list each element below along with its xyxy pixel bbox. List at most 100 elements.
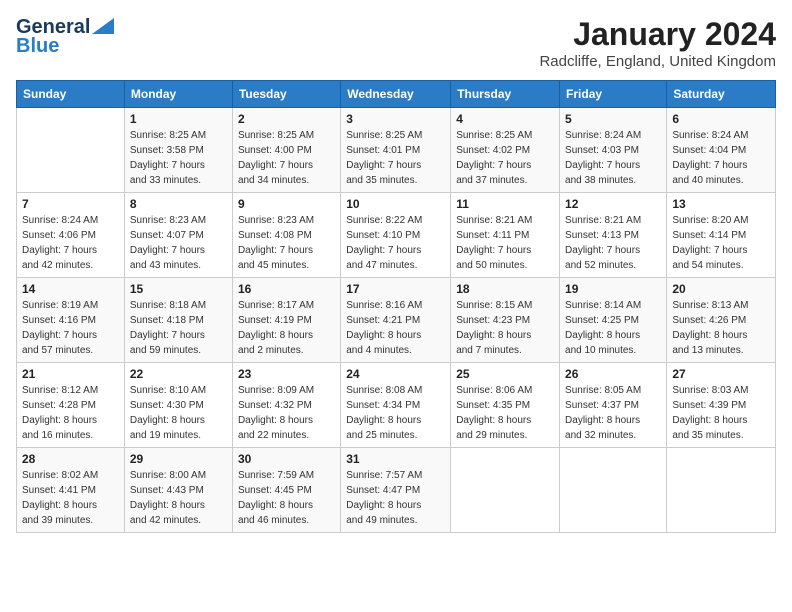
day-number: 31 — [346, 452, 445, 466]
calendar-week-4: 21Sunrise: 8:12 AM Sunset: 4:28 PM Dayli… — [17, 363, 776, 448]
calendar-cell: 17 Sunrise: 8:16 AM Sunset: 4:21 PM Dayli… — [341, 278, 451, 363]
calendar-cell: 22 Sunrise: 8:10 AM Sunset: 4:30 PM Dayli… — [124, 363, 232, 448]
day-number: 27 — [672, 367, 770, 381]
calendar-cell: 28 Sunrise: 8:02 AM Sunset: 4:41 PM Dayli… — [17, 448, 125, 533]
calendar-week-3: 14 Sunrise: 8:19 AM Sunset: 4:16 PM Dayli… — [17, 278, 776, 363]
calendar-cell: 12Sunrise: 8:21 AM Sunset: 4:13 PM Dayli… — [560, 193, 667, 278]
day-info: Sunrise: 8:05 AM Sunset: 4:37 PM Dayligh… — [565, 383, 661, 443]
day-number: 30 — [238, 452, 335, 466]
day-number: 14 — [22, 282, 119, 296]
calendar-cell: 27 Sunrise: 8:03 AM Sunset: 4:39 PM Dayli… — [667, 363, 776, 448]
day-number: 6 — [672, 112, 770, 126]
calendar-cell: 24Sunrise: 8:08 AM Sunset: 4:34 PM Dayli… — [341, 363, 451, 448]
calendar-week-1: 1 Sunrise: 8:25 AM Sunset: 3:58 PM Daylig… — [17, 108, 776, 193]
day-number: 25 — [456, 367, 554, 381]
day-number: 12 — [565, 197, 661, 211]
calendar-cell: 7Sunrise: 8:24 AM Sunset: 4:06 PM Daylig… — [17, 193, 125, 278]
day-number: 19 — [565, 282, 661, 296]
day-info: Sunrise: 8:21 AM Sunset: 4:11 PM Dayligh… — [456, 213, 554, 273]
day-info: Sunrise: 8:25 AM Sunset: 3:58 PM Dayligh… — [130, 128, 227, 188]
calendar-cell: 1 Sunrise: 8:25 AM Sunset: 3:58 PM Daylig… — [124, 108, 232, 193]
day-info: Sunrise: 8:24 AM Sunset: 4:03 PM Dayligh… — [565, 128, 661, 188]
calendar-table: Sunday Monday Tuesday Wednesday Thursday… — [16, 80, 776, 533]
calendar-cell: 20 Sunrise: 8:13 AM Sunset: 4:26 PM Dayli… — [667, 278, 776, 363]
calendar-cell: 10 Sunrise: 8:22 AM Sunset: 4:10 PM Dayli… — [341, 193, 451, 278]
title-section: January 2024 Radcliffe, England, United … — [539, 16, 776, 70]
day-number: 2 — [238, 112, 335, 126]
logo: General Blue — [16, 16, 114, 58]
day-info: Sunrise: 8:16 AM Sunset: 4:21 PM Dayligh… — [346, 298, 445, 358]
day-info: Sunrise: 8:24 AM Sunset: 4:04 PM Dayligh… — [672, 128, 770, 188]
day-info: Sunrise: 8:23 AM Sunset: 4:08 PM Dayligh… — [238, 213, 335, 273]
calendar-cell: 4 Sunrise: 8:25 AM Sunset: 4:02 PM Daylig… — [451, 108, 560, 193]
calendar-cell — [17, 108, 125, 193]
day-number: 4 — [456, 112, 554, 126]
calendar-week-2: 7Sunrise: 8:24 AM Sunset: 4:06 PM Daylig… — [17, 193, 776, 278]
day-number: 10 — [346, 197, 445, 211]
calendar-cell: 3Sunrise: 8:25 AM Sunset: 4:01 PM Daylig… — [341, 108, 451, 193]
calendar-cell: 6 Sunrise: 8:24 AM Sunset: 4:04 PM Daylig… — [667, 108, 776, 193]
calendar-cell — [560, 448, 667, 533]
calendar-cell: 11Sunrise: 8:21 AM Sunset: 4:11 PM Dayli… — [451, 193, 560, 278]
calendar-cell: 23 Sunrise: 8:09 AM Sunset: 4:32 PM Dayli… — [232, 363, 340, 448]
calendar-cell: 25 Sunrise: 8:06 AM Sunset: 4:35 PM Dayli… — [451, 363, 560, 448]
calendar-cell: 26 Sunrise: 8:05 AM Sunset: 4:37 PM Dayli… — [560, 363, 667, 448]
day-info: Sunrise: 8:15 AM Sunset: 4:23 PM Dayligh… — [456, 298, 554, 358]
day-info: Sunrise: 8:18 AM Sunset: 4:18 PM Dayligh… — [130, 298, 227, 358]
day-number: 20 — [672, 282, 770, 296]
day-number: 26 — [565, 367, 661, 381]
day-info: Sunrise: 8:00 AM Sunset: 4:43 PM Dayligh… — [130, 468, 227, 528]
day-info: Sunrise: 8:12 AM Sunset: 4:28 PM Dayligh… — [22, 383, 119, 443]
day-number: 8 — [130, 197, 227, 211]
header-row: Sunday Monday Tuesday Wednesday Thursday… — [17, 81, 776, 108]
day-info: Sunrise: 8:20 AM Sunset: 4:14 PM Dayligh… — [672, 213, 770, 273]
day-number: 9 — [238, 197, 335, 211]
day-info: Sunrise: 8:08 AM Sunset: 4:34 PM Dayligh… — [346, 383, 445, 443]
calendar-subtitle: Radcliffe, England, United Kingdom — [539, 53, 776, 70]
col-monday: Monday — [124, 81, 232, 108]
day-number: 1 — [130, 112, 227, 126]
day-number: 23 — [238, 367, 335, 381]
calendar-cell: 15 Sunrise: 8:18 AM Sunset: 4:18 PM Dayli… — [124, 278, 232, 363]
calendar-cell: 2 Sunrise: 8:25 AM Sunset: 4:00 PM Daylig… — [232, 108, 340, 193]
day-info: Sunrise: 8:23 AM Sunset: 4:07 PM Dayligh… — [130, 213, 227, 273]
day-info: Sunrise: 7:59 AM Sunset: 4:45 PM Dayligh… — [238, 468, 335, 528]
col-friday: Friday — [560, 81, 667, 108]
day-number: 28 — [22, 452, 119, 466]
calendar-cell: 14 Sunrise: 8:19 AM Sunset: 4:16 PM Dayli… — [17, 278, 125, 363]
col-saturday: Saturday — [667, 81, 776, 108]
day-number: 17 — [346, 282, 445, 296]
calendar-cell — [451, 448, 560, 533]
calendar-cell: 21Sunrise: 8:12 AM Sunset: 4:28 PM Dayli… — [17, 363, 125, 448]
day-info: Sunrise: 8:25 AM Sunset: 4:02 PM Dayligh… — [456, 128, 554, 188]
day-number: 15 — [130, 282, 227, 296]
calendar-title: January 2024 — [539, 16, 776, 53]
day-info: Sunrise: 8:14 AM Sunset: 4:25 PM Dayligh… — [565, 298, 661, 358]
calendar-cell: 29Sunrise: 8:00 AM Sunset: 4:43 PM Dayli… — [124, 448, 232, 533]
day-info: Sunrise: 7:57 AM Sunset: 4:47 PM Dayligh… — [346, 468, 445, 528]
day-number: 7 — [22, 197, 119, 211]
day-info: Sunrise: 8:02 AM Sunset: 4:41 PM Dayligh… — [22, 468, 119, 528]
day-info: Sunrise: 8:06 AM Sunset: 4:35 PM Dayligh… — [456, 383, 554, 443]
calendar-cell: 9 Sunrise: 8:23 AM Sunset: 4:08 PM Daylig… — [232, 193, 340, 278]
day-number: 22 — [130, 367, 227, 381]
calendar-cell: 31 Sunrise: 7:57 AM Sunset: 4:47 PM Dayli… — [341, 448, 451, 533]
day-number: 16 — [238, 282, 335, 296]
day-info: Sunrise: 8:25 AM Sunset: 4:00 PM Dayligh… — [238, 128, 335, 188]
day-info: Sunrise: 8:19 AM Sunset: 4:16 PM Dayligh… — [22, 298, 119, 358]
calendar-cell: 8 Sunrise: 8:23 AM Sunset: 4:07 PM Daylig… — [124, 193, 232, 278]
col-thursday: Thursday — [451, 81, 560, 108]
calendar-cell: 13Sunrise: 8:20 AM Sunset: 4:14 PM Dayli… — [667, 193, 776, 278]
calendar-cell: 18Sunrise: 8:15 AM Sunset: 4:23 PM Dayli… — [451, 278, 560, 363]
col-sunday: Sunday — [17, 81, 125, 108]
calendar-cell: 19 Sunrise: 8:14 AM Sunset: 4:25 PM Dayli… — [560, 278, 667, 363]
calendar-cell: 5Sunrise: 8:24 AM Sunset: 4:03 PM Daylig… — [560, 108, 667, 193]
day-info: Sunrise: 8:10 AM Sunset: 4:30 PM Dayligh… — [130, 383, 227, 443]
calendar-cell: 30 Sunrise: 7:59 AM Sunset: 4:45 PM Dayli… — [232, 448, 340, 533]
day-info: Sunrise: 8:13 AM Sunset: 4:26 PM Dayligh… — [672, 298, 770, 358]
day-info: Sunrise: 8:09 AM Sunset: 4:32 PM Dayligh… — [238, 383, 335, 443]
calendar-cell: 16Sunrise: 8:17 AM Sunset: 4:19 PM Dayli… — [232, 278, 340, 363]
day-info: Sunrise: 8:03 AM Sunset: 4:39 PM Dayligh… — [672, 383, 770, 443]
day-info: Sunrise: 8:25 AM Sunset: 4:01 PM Dayligh… — [346, 128, 445, 188]
day-info: Sunrise: 8:22 AM Sunset: 4:10 PM Dayligh… — [346, 213, 445, 273]
